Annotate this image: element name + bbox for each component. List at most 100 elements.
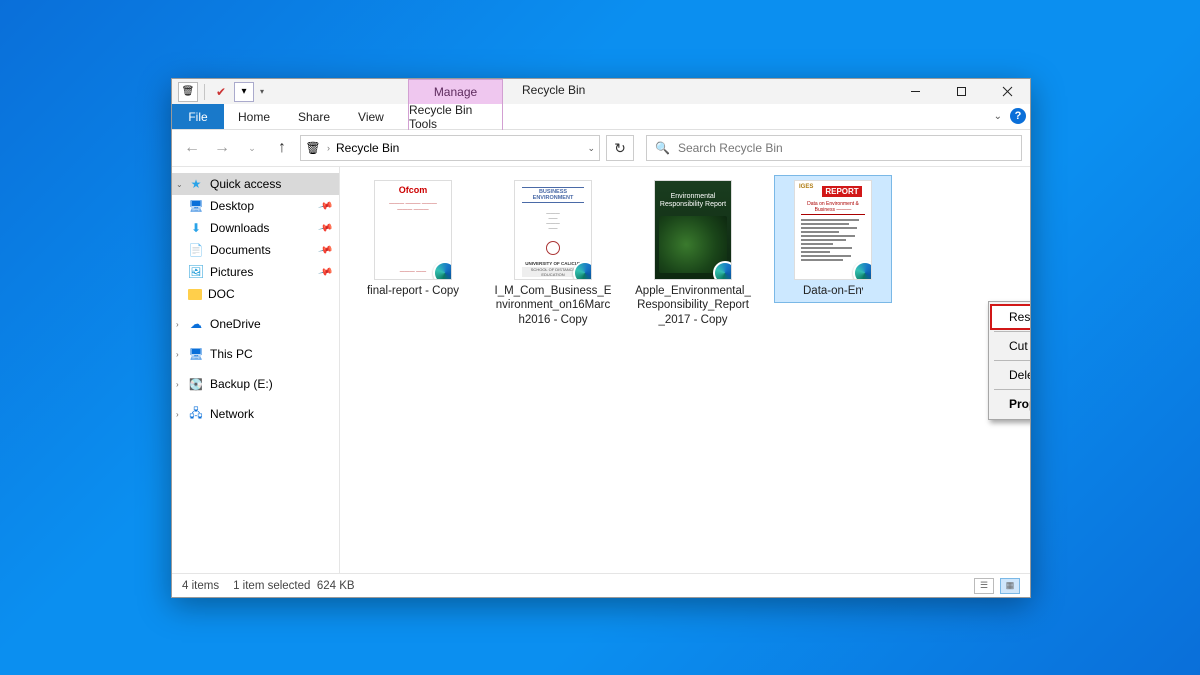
address-dropdown-icon[interactable]: ⌄ [587,143,595,154]
search-icon: 🔍 [655,141,670,155]
sidebar-item-onedrive[interactable]: › ☁ OneDrive [172,313,339,335]
close-button[interactable] [984,79,1030,104]
file-thumbnail: Environmental Responsibility Report [654,180,732,280]
pictures-icon: 🖼 [188,265,204,279]
qat-customize-icon[interactable]: ▾ [257,82,267,102]
window-controls [892,79,1030,104]
sidebar-item-doc-folder[interactable]: DOC [172,283,339,305]
thumb-brand-text: Ofcom [379,185,447,195]
sidebar-item-label: Documents [210,243,271,257]
thumb-report-badge: REPORT [822,186,861,197]
nav-up-button[interactable]: ↑ [270,136,294,160]
context-menu-properties[interactable]: Properties [991,392,1030,416]
sidebar-item-backup-drive[interactable]: › 💽 Backup (E:) [172,373,339,395]
tab-share[interactable]: Share [284,104,344,129]
context-menu-cut[interactable]: Cut [991,334,1030,358]
minimize-button[interactable] [892,79,938,104]
files-container: Ofcom ——— ——— —————— ——— ——— —— final-re… [354,175,1016,332]
tab-recycle-bin-tools[interactable]: Recycle Bin Tools [408,104,503,130]
file-list-pane[interactable]: Ofcom ——— ——— —————— ——— ——— —— final-re… [340,167,1030,573]
pc-icon: 🖥 [188,347,204,361]
search-box[interactable]: 🔍 Search Recycle Bin [646,135,1022,161]
status-selection: 1 item selected 624 KB [233,580,354,592]
drive-icon: 💽 [188,377,204,391]
nav-back-button[interactable]: ← [180,136,204,160]
pin-icon: 📌 [317,242,333,258]
help-icon[interactable]: ? [1010,108,1026,124]
sidebar-item-label: Downloads [210,221,269,235]
breadcrumb[interactable]: Recycle Bin [336,141,399,155]
file-name: I_M_Com_Business_Environment_on16March20… [494,284,612,327]
chevron-right-icon[interactable]: › [176,350,179,359]
nav-forward-button[interactable]: → [210,136,234,160]
file-thumbnail: BUSINESS ENVIRONMENT —————————— UNIVERSI… [514,180,592,280]
sidebar-item-label: Network [210,407,254,421]
file-name: Apple_Environmental_Responsibility_Repor… [634,284,752,327]
file-item[interactable]: Environmental Responsibility Report Appl… [634,175,752,332]
thumb-title: BUSINESS ENVIRONMENT [522,187,584,203]
tab-home[interactable]: Home [224,104,284,129]
chevron-right-icon[interactable]: › [176,410,179,419]
file-tab[interactable]: File [172,104,224,129]
breadcrumb-separator: › [327,143,330,153]
context-menu-restore[interactable]: Restore [991,305,1030,329]
sidebar-item-network[interactable]: › 🖧 Network [172,403,339,425]
desktop-icon: 🖥 [188,199,204,213]
ribbon-contextual-tab: Manage [408,79,503,104]
qat-dropdown-icon[interactable]: ▾ [234,82,254,102]
tab-view[interactable]: View [344,104,398,129]
pin-icon: 📌 [317,220,333,236]
thumb-title: Environmental Responsibility Report [659,193,727,210]
nav-recent-dropdown[interactable]: ⌄ [240,136,264,160]
sidebar-quick-access[interactable]: ⌄ ★ Quick access [172,173,339,195]
window-body: ⌄ ★ Quick access 🖥Desktop📌 ⬇ Downloads 📌 📄… [172,166,1030,573]
sidebar-item-this-pc[interactable]: › 🖥 This PC [172,343,339,365]
recycle-bin-icon[interactable]: 🗑 [178,82,198,102]
context-menu-delete[interactable]: Delete [991,363,1030,387]
sidebar-item-desktop[interactable]: 🖥Desktop📌 [172,195,339,217]
sidebar-item-downloads[interactable]: ⬇ Downloads 📌 [172,217,339,239]
explorer-window: 🗑 ✔ ▾ ▾ Manage Recycle Bin File Home Sha… [171,78,1031,598]
sidebar-item-label: This PC [210,347,253,361]
maximize-button[interactable] [938,79,984,104]
ribbon-expand-icon[interactable]: ⌄ [994,111,1002,122]
thumb-text-lines [798,219,868,261]
sidebar-item-label: Pictures [210,265,253,279]
refresh-button[interactable]: ↻ [606,135,634,161]
context-menu-separator [994,331,1030,332]
status-bar: 4 items 1 item selected 624 KB ☰ ▦ [172,573,1030,597]
downloads-icon: ⬇ [188,221,204,235]
thumb-logo: IGES [799,184,813,190]
network-icon: 🖧 [188,407,204,421]
file-name: final-report - Copy [367,284,459,298]
pin-icon: 📌 [317,264,333,280]
sidebar-item-label: OneDrive [210,317,261,331]
star-icon: ★ [188,177,204,191]
chevron-right-icon[interactable]: › [176,380,179,389]
navigation-pane[interactable]: ⌄ ★ Quick access 🖥Desktop📌 ⬇ Downloads 📌 📄… [172,167,340,573]
file-item-selected[interactable]: IGES REPORT Data on Environment & Busine… [774,175,892,303]
file-thumbnail: Ofcom ——— ——— —————— ——— ——— —— [374,180,452,280]
view-details-button[interactable]: ☰ [974,578,994,594]
chevron-right-icon[interactable]: › [176,320,179,329]
cloud-icon: ☁ [188,317,204,331]
file-item[interactable]: BUSINESS ENVIRONMENT —————————— UNIVERSI… [494,175,612,332]
sidebar-item-pictures[interactable]: 🖼 Pictures 📌 [172,261,339,283]
documents-icon: 📄 [188,243,204,257]
folder-icon [188,289,202,300]
context-menu-separator [994,360,1030,361]
quick-access-toolbar: 🗑 ✔ ▾ ▾ [172,79,273,104]
titlebar: 🗑 ✔ ▾ ▾ Manage Recycle Bin [172,79,1030,104]
view-large-icons-button[interactable]: ▦ [1000,578,1020,594]
file-item[interactable]: Ofcom ——— ——— —————— ——— ——— —— final-re… [354,175,472,303]
chevron-down-icon[interactable]: ⌄ [176,180,183,189]
qat-checkmark-icon[interactable]: ✔ [211,82,231,102]
edge-overlay-icon [713,261,732,280]
sidebar-item-label: Backup (E:) [210,377,273,391]
qat-divider [204,84,205,100]
status-item-count: 4 items [182,580,219,592]
address-bar[interactable]: 🗑 › Recycle Bin ⌄ [300,135,600,161]
sidebar-item-label: Quick access [210,177,281,191]
sidebar-item-documents[interactable]: 📄 Documents 📌 [172,239,339,261]
edge-overlay-icon [573,261,592,280]
